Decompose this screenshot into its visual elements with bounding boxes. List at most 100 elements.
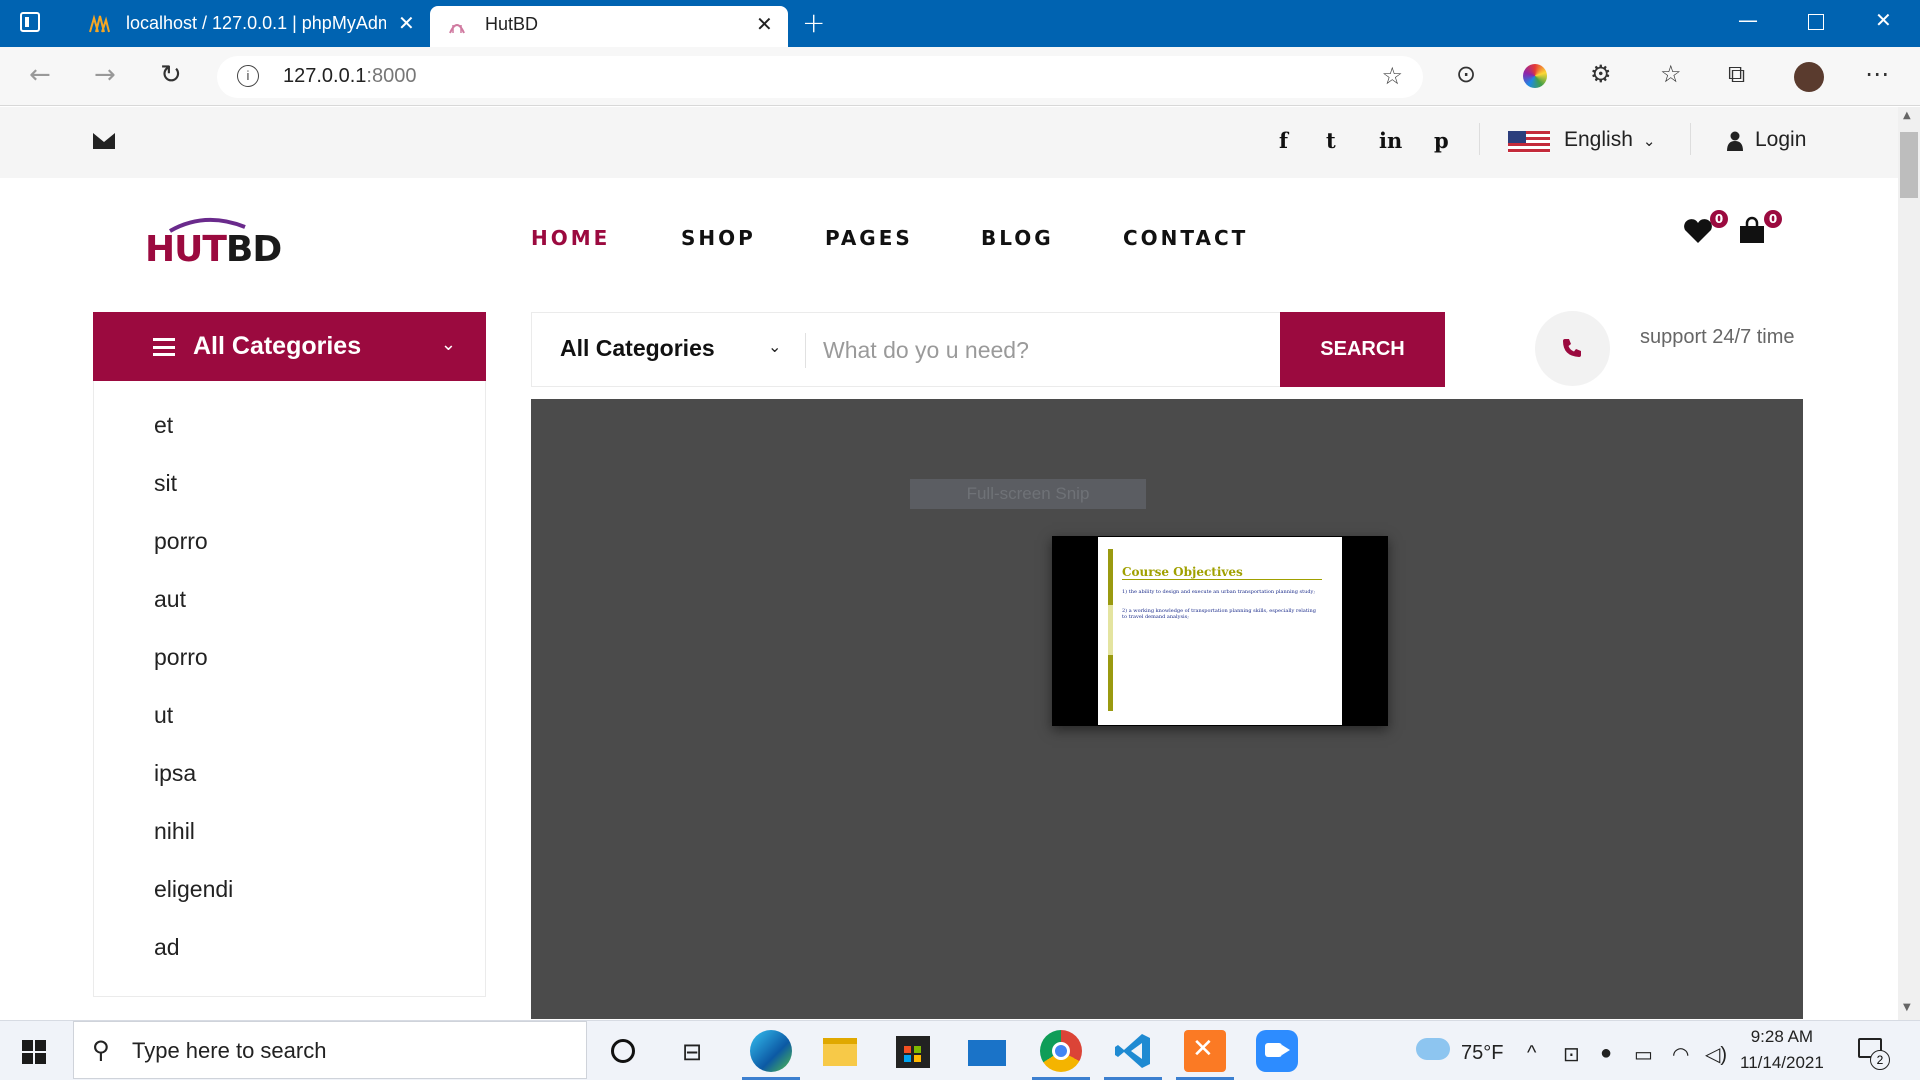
microphone-icon[interactable]: ● — [1600, 1042, 1612, 1065]
category-item[interactable]: ipsa — [154, 760, 196, 787]
site-info-icon[interactable]: i — [237, 65, 259, 87]
windows-start-icon[interactable] — [22, 1040, 46, 1064]
collections-icon[interactable]: ⧉ — [1728, 60, 1745, 88]
store-icon[interactable] — [896, 1036, 930, 1068]
zoom-icon[interactable] — [1256, 1030, 1298, 1072]
favorites-icon[interactable]: ☆ — [1660, 60, 1682, 88]
taskbar-search[interactable]: ⚲ Type here to search — [73, 1021, 587, 1079]
category-item[interactable]: aut — [154, 586, 186, 613]
us-flag-icon — [1508, 131, 1550, 153]
category-item[interactable]: ut — [154, 702, 173, 729]
search-input[interactable] — [823, 327, 1223, 373]
category-item[interactable]: nihil — [154, 818, 195, 845]
user-icon — [1727, 131, 1743, 151]
cortana-icon[interactable] — [611, 1039, 635, 1063]
menu-icon — [153, 338, 175, 356]
slide-title: Course Objectives — [1122, 565, 1322, 580]
tab-label: HutBD — [485, 14, 539, 34]
category-list: et sit porro aut porro ut ipsa nihil eli… — [93, 381, 486, 997]
more-options-icon[interactable]: ⋯ — [1865, 60, 1889, 88]
category-item[interactable]: ad — [154, 934, 180, 961]
add-favorite-icon[interactable]: ☆ — [1381, 62, 1403, 90]
category-item[interactable]: sit — [154, 470, 177, 497]
chrome-icon[interactable] — [1032, 1030, 1090, 1080]
minimize-icon[interactable]: — — [1738, 8, 1758, 32]
tab-actions-icon[interactable] — [20, 12, 40, 32]
login-link[interactable]: Login — [1755, 128, 1806, 152]
mail-icon[interactable] — [93, 133, 115, 149]
wifi-icon[interactable]: ◠ — [1672, 1042, 1689, 1067]
show-hidden-icons[interactable]: ^ — [1527, 1042, 1536, 1065]
scrollbar-thumb[interactable] — [1900, 132, 1918, 198]
nav-home[interactable]: HOME — [531, 226, 610, 250]
refresh-icon[interactable]: ↻ — [160, 60, 182, 90]
search-category-select[interactable]: All Categories — [560, 335, 715, 362]
close-tab-icon[interactable]: ✕ — [756, 12, 773, 36]
all-categories-toggle[interactable]: All Categories ⌄ — [93, 312, 486, 381]
linkedin-icon[interactable]: in — [1379, 128, 1402, 153]
divider — [805, 333, 806, 368]
scroll-up-icon[interactable]: ▲ — [1903, 110, 1911, 121]
clock-time: 9:28 AM — [1750, 1027, 1814, 1046]
weather-icon[interactable] — [1416, 1038, 1450, 1060]
taskbar-search-placeholder: Type here to search — [132, 1038, 327, 1063]
slide-accent-bar — [1108, 605, 1113, 655]
chevron-down-icon: ⌄ — [1638, 133, 1656, 150]
tab-hutbd[interactable]: HutBD ✕ — [430, 6, 788, 47]
mail-app-icon[interactable] — [968, 1040, 1006, 1066]
language-label: English — [1564, 128, 1633, 151]
task-view-icon[interactable]: ⊟ — [682, 1038, 702, 1066]
nav-shop[interactable]: SHOP — [681, 226, 756, 250]
xampp-icon[interactable]: ✕ — [1176, 1030, 1234, 1080]
new-tab-button[interactable]: + — [802, 6, 825, 39]
twitter-icon[interactable]: t — [1326, 128, 1336, 153]
category-item[interactable]: et — [154, 412, 173, 439]
nav-pages[interactable]: PAGES — [825, 226, 913, 250]
edge-icon[interactable] — [742, 1030, 800, 1080]
search-button[interactable]: SEARCH — [1280, 312, 1445, 387]
scroll-down-icon[interactable]: ▼ — [1903, 1002, 1911, 1013]
language-selector[interactable]: English ⌄ — [1564, 128, 1655, 152]
restore-icon[interactable] — [1808, 14, 1824, 30]
profile-avatar[interactable] — [1794, 62, 1824, 92]
nav-blog[interactable]: BLOG — [981, 226, 1054, 250]
file-explorer-icon[interactable] — [823, 1038, 857, 1066]
volume-icon[interactable]: ◁) — [1705, 1042, 1727, 1067]
forward-icon[interactable]: → — [94, 60, 116, 90]
address-bar[interactable]: i 127.0.0.1:8000 ☆ — [217, 56, 1423, 98]
reading-view-icon[interactable]: ⊙ — [1456, 60, 1476, 88]
extensions-icon[interactable]: ⚙ — [1590, 60, 1612, 88]
color-extension-icon[interactable] — [1523, 64, 1547, 88]
search-icon: ⚲ — [92, 1036, 110, 1064]
notification-count-badge: 2 — [1870, 1050, 1890, 1070]
support-text: support 24/7 time — [1640, 326, 1795, 348]
category-item[interactable]: porro — [154, 528, 208, 555]
divider — [1479, 123, 1480, 155]
meet-now-icon[interactable]: ⊡ — [1563, 1042, 1580, 1067]
weather-temp[interactable]: 75°F — [1461, 1042, 1503, 1065]
slide-text: 2) a working knowledge of transportation… — [1122, 608, 1316, 620]
slide-preview: Course Objectives 1) the ability to desi… — [1052, 536, 1388, 726]
tab-phpmyadmin[interactable]: localhost / 127.0.0.1 | phpMyAdmin ✕ — [72, 0, 427, 47]
facebook-icon[interactable]: f — [1279, 128, 1288, 153]
pinterest-icon[interactable]: p — [1434, 128, 1449, 153]
battery-icon[interactable]: ▭ — [1634, 1042, 1653, 1067]
close-tab-icon[interactable]: ✕ — [398, 11, 415, 35]
page-scrollbar[interactable] — [1898, 107, 1920, 1020]
chevron-down-icon: ⌄ — [440, 334, 456, 355]
site-logo[interactable]: HUTBD — [145, 215, 282, 275]
category-item[interactable]: eligendi — [154, 876, 233, 903]
hutbd-favicon — [449, 24, 465, 34]
clock-date: 11/14/2021 — [1740, 1053, 1824, 1072]
category-item[interactable]: porro — [154, 644, 208, 671]
system-clock[interactable]: 9:28 AM 11/14/2021 — [1740, 1024, 1824, 1076]
heart-icon[interactable] — [1683, 218, 1713, 244]
phone-badge — [1535, 311, 1610, 386]
shopping-bag-icon[interactable] — [1738, 216, 1766, 244]
vscode-icon[interactable] — [1104, 1030, 1162, 1080]
nav-contact[interactable]: CONTACT — [1123, 226, 1248, 250]
tab-label: localhost / 127.0.0.1 | phpMyAdmin — [126, 13, 386, 33]
back-icon[interactable]: ← — [29, 60, 51, 90]
close-window-icon[interactable]: ✕ — [1875, 8, 1892, 32]
all-categories-label: All Categories — [193, 332, 362, 360]
